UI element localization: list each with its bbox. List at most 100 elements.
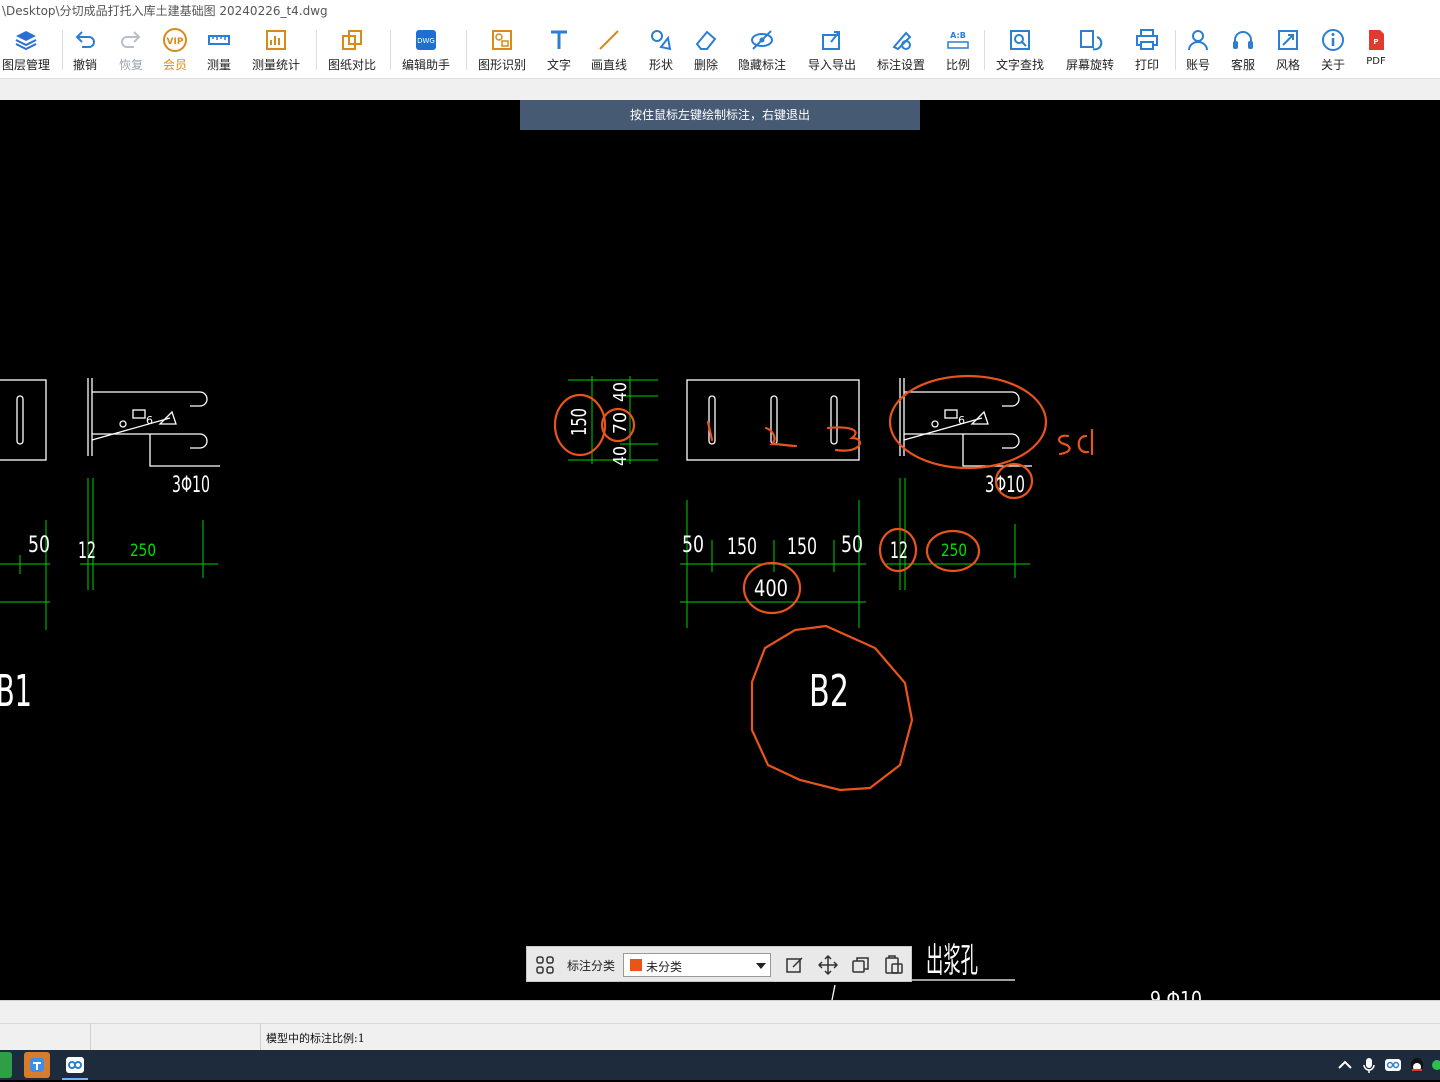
toolbar-measure-button[interactable]: 测量 xyxy=(206,24,232,76)
svg-text:DWG: DWG xyxy=(417,37,435,45)
os-taskbar xyxy=(0,1050,1440,1080)
annotation-category-label: 标注分类 xyxy=(567,959,616,973)
print-icon xyxy=(1136,29,1158,50)
eraser-icon xyxy=(695,30,717,50)
svg-text:40: 40 xyxy=(610,382,631,402)
toolbar-text-search-button[interactable]: 文字查找 xyxy=(996,24,1044,76)
copy-icon[interactable] xyxy=(851,955,871,975)
toolbar-compare-button[interactable]: 图纸对比 xyxy=(328,24,376,76)
toolbar-style-button[interactable]: 风格 xyxy=(1275,24,1301,76)
toolbar-subbar xyxy=(0,78,1440,101)
app-launcher-icon[interactable] xyxy=(24,1052,50,1078)
move-icon[interactable] xyxy=(818,955,838,975)
plate-b2-outline xyxy=(686,379,860,461)
svg-text:P: P xyxy=(1373,38,1378,46)
status-bar: 模型中的标注比例:1 xyxy=(0,1000,1440,1051)
microphone-icon[interactable] xyxy=(1360,1056,1378,1074)
annotation-scale-readout: 模型中的标注比例:1 xyxy=(266,1032,365,1045)
headset-icon xyxy=(1233,31,1253,49)
toolbar-measure-stats-button[interactable]: 测量统计 xyxy=(252,24,300,76)
toolbar-delete-button[interactable]: 删除 xyxy=(693,24,719,76)
toolbar-hide-anno-button[interactable]: 隐藏标注 xyxy=(738,24,786,76)
toolbar-shape-recog-button[interactable]: 图形识别 xyxy=(478,24,526,76)
toolbar-vip-button[interactable]: VIP 会员 xyxy=(162,24,188,76)
toolbar-scale-button[interactable]: A:B 比例 xyxy=(945,24,971,76)
cad-viewer-taskbar-icon[interactable] xyxy=(62,1052,88,1078)
label-b1: B1 xyxy=(0,666,32,717)
line-icon xyxy=(599,30,619,50)
toolbar-layers-button[interactable]: 图层管理 xyxy=(2,24,50,76)
toolbar-label: 标注设置 xyxy=(877,58,926,72)
shape-recognition-icon xyxy=(492,30,512,50)
toolbar-label: 隐藏标注 xyxy=(738,58,787,72)
toolbar-label: 删除 xyxy=(693,58,718,72)
toolbar-shape-button[interactable]: 形状 xyxy=(648,24,674,76)
toolbar-account-button[interactable]: 账号 xyxy=(1185,24,1211,76)
svg-text:150: 150 xyxy=(787,535,817,560)
toolbar-label: 图层管理 xyxy=(2,58,51,72)
layers-icon xyxy=(15,31,37,51)
scale-icon: A:B xyxy=(947,31,969,49)
edit-assistant-icon: DWG xyxy=(416,30,436,50)
svg-text:70: 70 xyxy=(610,412,631,434)
grout-hole-label: 出浆孔 xyxy=(926,941,978,981)
toolbar-undo-button[interactable]: 撤销 xyxy=(72,24,98,76)
svg-text:12: 12 xyxy=(890,539,908,564)
svg-text:A:B: A:B xyxy=(950,31,966,40)
toolbar-label: 关于 xyxy=(1320,58,1345,72)
markup-hw-3 xyxy=(826,426,862,452)
toolbar-label: 文字 xyxy=(546,58,571,72)
svg-text:12: 12 xyxy=(78,539,96,564)
svg-text:50: 50 xyxy=(28,533,50,558)
toolbar-label: 文字查找 xyxy=(996,58,1045,72)
toolbar-line-button[interactable]: 画直线 xyxy=(591,24,627,76)
status-dot-icon xyxy=(1432,1060,1440,1070)
toolbar-print-button[interactable]: 打印 xyxy=(1134,24,1160,76)
account-icon xyxy=(1188,30,1208,51)
text-icon xyxy=(551,30,567,49)
slot xyxy=(16,395,24,445)
paste-icon[interactable] xyxy=(884,955,904,975)
grid-menu-icon[interactable] xyxy=(535,955,555,975)
annotation-category-select[interactable]: 未分类 xyxy=(623,953,771,977)
svg-text:150: 150 xyxy=(727,535,757,560)
toolbar-label: 图纸对比 xyxy=(328,58,377,72)
toolbar-anno-settings-button[interactable]: 标注设置 xyxy=(877,24,925,76)
toolbar-import-export-button[interactable]: 导入导出 xyxy=(808,24,856,76)
wechat-icon[interactable] xyxy=(0,1052,12,1078)
toolbar-label: 形状 xyxy=(648,58,673,72)
toolbar-label: 账号 xyxy=(1185,58,1210,72)
cad-drawing: B1 B2 3Φ10 3Φ10 50 12 250 50 150 150 50 … xyxy=(0,374,1202,1000)
info-icon xyxy=(1322,29,1344,51)
cad-tray-icon[interactable] xyxy=(1384,1056,1402,1074)
rebar-right: 3Φ10 xyxy=(985,473,1025,498)
svg-text:150: 150 xyxy=(567,408,591,436)
annotation-settings-icon xyxy=(892,31,912,51)
redo-icon xyxy=(121,31,141,48)
text-search-icon xyxy=(1010,30,1030,50)
main-toolbar: 图层管理 撤销 恢复 VIP 会员 测量 测量统计 图纸对比 DWG 编辑助手 图形识别 文字 画直线 形… xyxy=(0,22,1440,78)
toolbar-about-button[interactable]: 关于 xyxy=(1320,24,1346,76)
toolbar-support-button[interactable]: 客服 xyxy=(1230,24,1256,76)
svg-text:250: 250 xyxy=(941,541,967,561)
toolbar-label: 编辑助手 xyxy=(402,58,451,72)
toolbar-edit-assist-button[interactable]: DWG 编辑助手 xyxy=(402,24,450,76)
qq-icon[interactable] xyxy=(1408,1056,1426,1074)
toolbar-pdf-button[interactable]: P PDF xyxy=(1363,24,1389,76)
toolbar-text-button[interactable]: 文字 xyxy=(546,24,572,76)
toolbar-label: 导入导出 xyxy=(808,58,857,72)
toolbar-label: 恢复 xyxy=(118,58,143,72)
rotate-screen-icon xyxy=(1080,30,1103,51)
chevron-up-icon[interactable] xyxy=(1336,1056,1354,1074)
drawing-canvas[interactable]: 按住鼠标左键绘制标注，右键退出 B1 B2 3Φ10 3Φ10 50 12 25… xyxy=(0,100,1440,1000)
chevron-down-icon xyxy=(756,963,766,969)
edit-annotation-icon[interactable] xyxy=(785,955,805,975)
svg-text:VIP: VIP xyxy=(167,37,184,47)
shape-icon xyxy=(651,30,672,51)
toolbar-rotate-button[interactable]: 屏幕旋转 xyxy=(1066,24,1114,76)
toolbar-label: 测量 xyxy=(206,58,231,72)
toolbar-redo-button[interactable]: 恢复 xyxy=(118,24,144,76)
window-title: \Desktop\分切成品打托入库土建基础图 20240226_t4.dwg xyxy=(0,0,1440,22)
svg-text:50: 50 xyxy=(682,533,704,558)
ruler-icon xyxy=(208,35,230,45)
